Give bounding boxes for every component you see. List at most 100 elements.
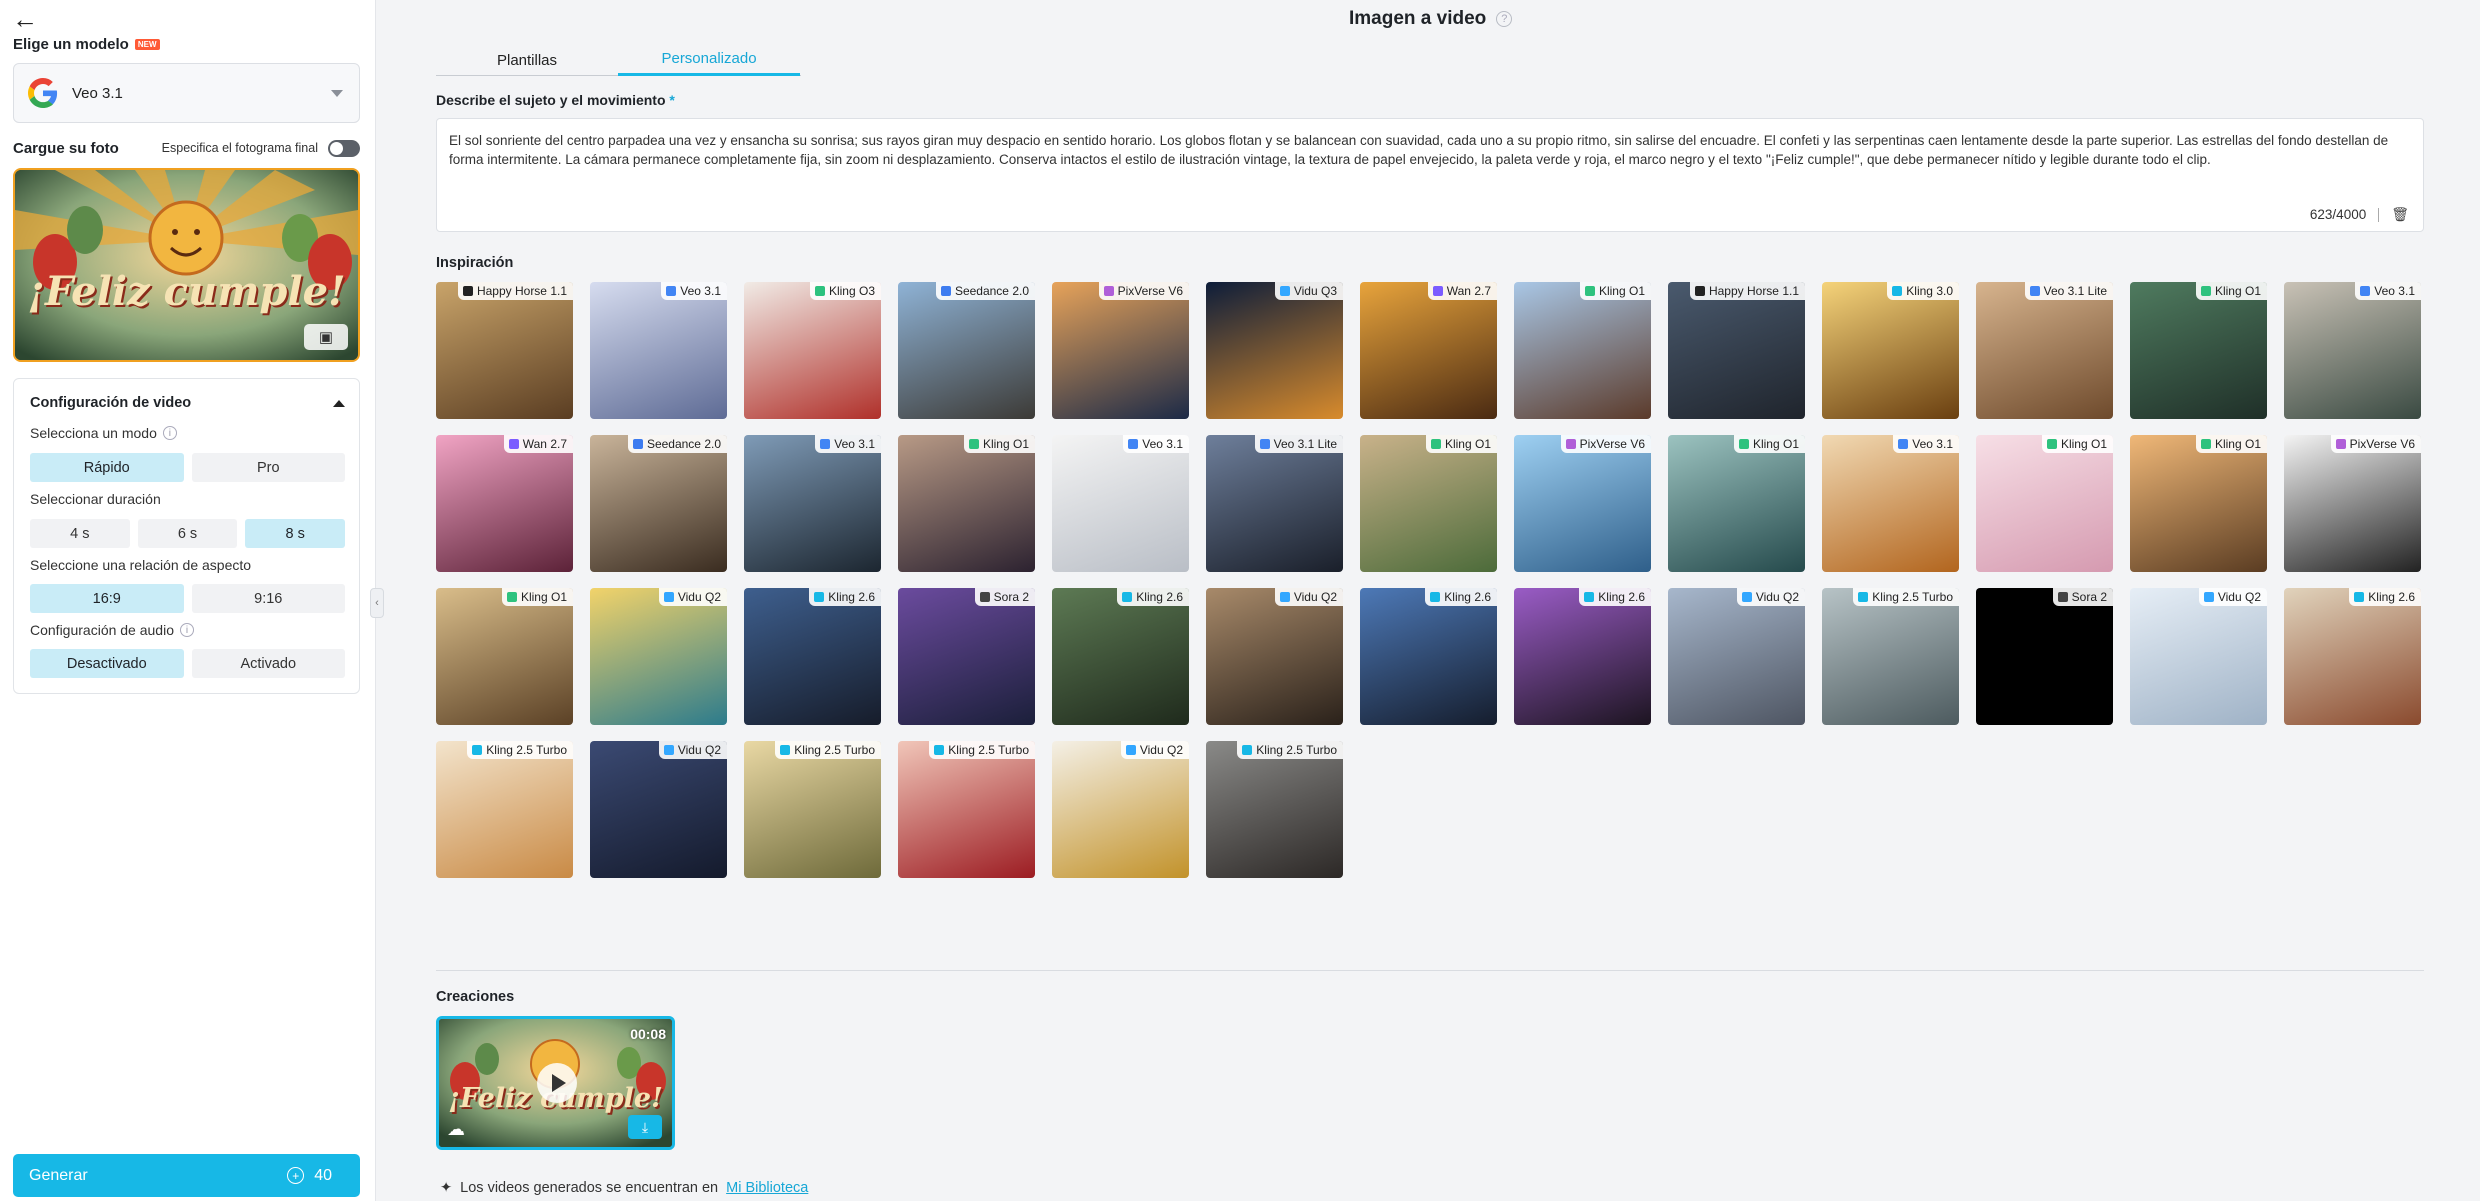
crop-icon[interactable]: ▣: [304, 324, 348, 350]
inspiration-card[interactable]: PixVerse V6: [2284, 435, 2421, 572]
library-link[interactable]: Mi Biblioteca: [726, 1180, 808, 1196]
inspiration-card[interactable]: Veo 3.1: [744, 435, 881, 572]
tab-personalizado[interactable]: Personalizado: [618, 44, 800, 76]
audio-option-off[interactable]: Desactivado: [30, 649, 184, 678]
model-tag-label: Kling 2.5 Turbo: [1872, 590, 1953, 604]
model-tag: Veo 3.1: [661, 282, 727, 300]
inspiration-card[interactable]: Kling O3: [744, 282, 881, 419]
model-logo-icon: [1694, 286, 1705, 296]
chevron-left-icon[interactable]: ‹: [370, 588, 384, 618]
inspiration-card[interactable]: Veo 3.1: [2284, 282, 2421, 419]
mode-option-rapido[interactable]: Rápido: [30, 453, 184, 482]
inspiration-card[interactable]: Kling 2.6: [1360, 588, 1497, 725]
arrow-left-icon[interactable]: ←: [12, 4, 48, 34]
inspiration-card[interactable]: Veo 3.1: [1052, 435, 1189, 572]
prompt-textarea[interactable]: El sol sonriente del centro parpadea una…: [436, 118, 2424, 232]
inspiration-card[interactable]: Kling 2.5 Turbo: [1822, 588, 1959, 725]
prompt-text[interactable]: El sol sonriente del centro parpadea una…: [449, 131, 2409, 169]
download-icon[interactable]: ⤓: [628, 1115, 662, 1139]
inspiration-card[interactable]: PixVerse V6: [1052, 282, 1189, 419]
info-icon[interactable]: i: [162, 426, 177, 440]
model-logo-icon: [2200, 439, 2211, 449]
model-tag: Happy Horse 1.1: [1689, 282, 1805, 300]
inspiration-card[interactable]: Veo 3.1: [1822, 435, 1959, 572]
model-logo-icon: [1430, 439, 1441, 449]
inspiration-card[interactable]: Kling 2.5 Turbo: [898, 741, 1035, 878]
model-tag-label: Wan 2.7: [522, 437, 567, 451]
audio-option-on[interactable]: Activado: [191, 649, 345, 678]
model-tag: Seedance 2.0: [935, 282, 1035, 300]
inspiration-card[interactable]: Sora 2: [1976, 588, 2113, 725]
inspiration-card[interactable]: Kling 2.6: [744, 588, 881, 725]
model-logo-icon: [1898, 439, 1909, 449]
uploaded-photo[interactable]: ¡Feliz cumple! ▣: [13, 168, 360, 362]
inspiration-card[interactable]: Sora 2: [898, 588, 1035, 725]
model-tag: Kling O1: [963, 435, 1035, 453]
inspiration-card[interactable]: Kling O1: [1668, 435, 1805, 572]
inspiration-card[interactable]: Kling O1: [1360, 435, 1497, 572]
model-logo-icon: [2354, 592, 2365, 602]
duration-option-6s[interactable]: 6 s: [137, 519, 238, 548]
inspiration-card[interactable]: Kling 2.5 Turbo: [1206, 741, 1343, 878]
model-tag: Kling 3.0: [1887, 282, 1959, 300]
inspiration-card[interactable]: Kling O1: [2130, 282, 2267, 419]
model-logo-icon: [1738, 439, 1749, 449]
inspiration-card[interactable]: Kling O1: [1514, 282, 1651, 419]
model-logo-icon: [1584, 286, 1595, 296]
duration-option-4s[interactable]: 4 s: [30, 519, 130, 548]
inspiration-card[interactable]: Kling O1: [2130, 435, 2267, 572]
play-icon[interactable]: [537, 1063, 577, 1103]
inspiration-card[interactable]: Kling 2.6: [1052, 588, 1189, 725]
inspiration-card[interactable]: Vidu Q2: [590, 588, 727, 725]
model-select[interactable]: Veo 3.1: [13, 63, 360, 123]
inspiration-card[interactable]: Kling 2.6: [1514, 588, 1651, 725]
creation-card[interactable]: ¡Feliz cumple! 00:08 ☁ ⤓: [436, 1016, 675, 1150]
inspiration-card[interactable]: Veo 3.1: [590, 282, 727, 419]
aspect-option-9-16[interactable]: 9:16: [191, 584, 345, 613]
inspiration-card[interactable]: Wan 2.7: [436, 435, 573, 572]
trash-icon[interactable]: 🗑: [2391, 206, 2409, 223]
inspiration-card[interactable]: Kling O1: [898, 435, 1035, 572]
help-icon[interactable]: ?: [1496, 11, 1513, 27]
generate-button[interactable]: Generar + 40: [13, 1154, 360, 1197]
model-tag-label: Kling O1: [1444, 437, 1491, 451]
inspiration-card[interactable]: Seedance 2.0: [898, 282, 1035, 419]
page-title: Imagen a video ?: [1349, 8, 1513, 30]
info-icon[interactable]: i: [180, 623, 194, 637]
model-logo-icon: [508, 439, 519, 449]
inspiration-card[interactable]: Kling 3.0: [1822, 282, 1959, 419]
duration-option-8s[interactable]: 8 s: [245, 519, 346, 548]
mode-option-pro[interactable]: Pro: [191, 453, 345, 482]
section-divider: [436, 970, 2424, 971]
inspiration-card[interactable]: Kling 2.5 Turbo: [436, 741, 573, 878]
inspiration-card[interactable]: Vidu Q2: [2130, 588, 2267, 725]
inspiration-card[interactable]: Kling 2.5 Turbo: [744, 741, 881, 878]
end-frame-toggle[interactable]: [328, 139, 360, 157]
inspiration-card[interactable]: PixVerse V6: [1514, 435, 1651, 572]
inspiration-card[interactable]: Vidu Q2: [1668, 588, 1805, 725]
model-logo-icon: [968, 439, 979, 449]
inspiration-card[interactable]: Seedance 2.0: [590, 435, 727, 572]
model-logo-icon: [2335, 439, 2346, 449]
model-tag-label: PixVerse V6: [2349, 437, 2415, 451]
inspiration-grid: Happy Horse 1.1 Veo 3.1 Kling O3 Seedance 2…: [436, 282, 2421, 878]
tab-plantillas[interactable]: Plantillas: [436, 44, 618, 76]
inspiration-card[interactable]: Happy Horse 1.1: [1668, 282, 1805, 419]
inspiration-card[interactable]: Kling O1: [436, 588, 573, 725]
model-tag: Kling 2.6: [1117, 588, 1189, 606]
inspiration-card[interactable]: Happy Horse 1.1: [436, 282, 573, 419]
aspect-option-16-9[interactable]: 16:9: [30, 584, 184, 613]
inspiration-card[interactable]: Kling 2.6: [2284, 588, 2421, 725]
inspiration-card[interactable]: Vidu Q2: [590, 741, 727, 878]
inspiration-card[interactable]: Wan 2.7: [1360, 282, 1497, 419]
google-logo-icon: [28, 78, 58, 108]
inspiration-card[interactable]: Veo 3.1 Lite: [1976, 282, 2113, 419]
inspiration-card[interactable]: Kling O1: [1976, 435, 2113, 572]
config-header[interactable]: Configuración de video: [30, 395, 345, 411]
inspiration-card[interactable]: Vidu Q2: [1206, 588, 1343, 725]
inspiration-label: Inspiración: [436, 255, 514, 271]
inspiration-card[interactable]: Vidu Q2: [1052, 741, 1189, 878]
inspiration-card[interactable]: Vidu Q3: [1206, 282, 1343, 419]
inspiration-card[interactable]: Veo 3.1 Lite: [1206, 435, 1343, 572]
model-logo-icon: [666, 286, 677, 296]
